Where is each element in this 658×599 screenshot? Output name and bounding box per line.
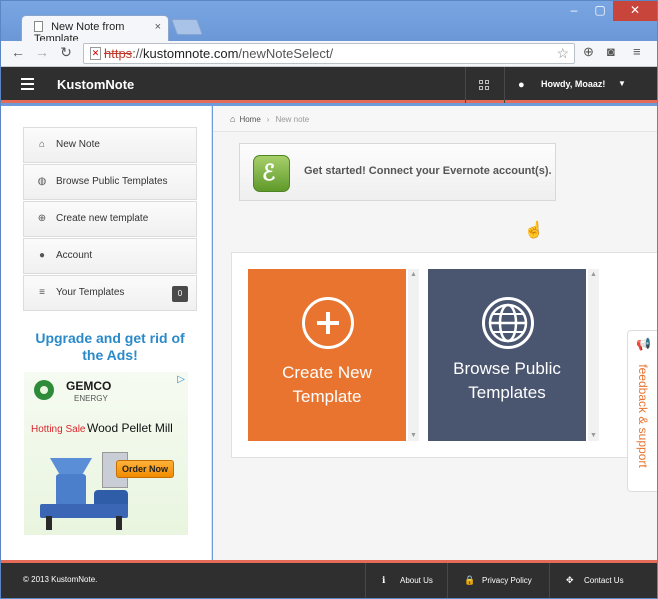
header-divider [504, 67, 505, 103]
scrollbar[interactable]: ▲ ▼ [408, 269, 419, 441]
crosshair-icon: ✥ [566, 575, 574, 585]
tab-close-icon[interactable]: × [155, 21, 161, 33]
browse-public-templates-tile[interactable]: Browse Public Templates [428, 269, 586, 441]
url-host: kustomnote.com [143, 46, 239, 61]
minimize-icon[interactable]: – [561, 1, 587, 21]
feedback-support-tab[interactable]: 📢 feedback & support [627, 330, 657, 492]
evernote-connect-text: Get started! Connect your Evernote accou… [304, 165, 552, 177]
sidebar-item-label: Create new template [56, 213, 149, 224]
create-new-template-tile[interactable]: Create New Template [248, 269, 406, 441]
plus-circle-icon: ⊕ [37, 213, 47, 224]
browser-tab[interactable]: New Note from Template × [21, 15, 169, 45]
template-options-panel: Create New Template ▲ ▼ Browse Public Te… [231, 252, 657, 458]
forward-icon[interactable]: → [33, 44, 51, 60]
scroll-up-icon[interactable]: ▲ [590, 271, 597, 278]
footer-privacy-link[interactable]: 🔒 Privacy Policy [447, 563, 549, 598]
insecure-lock-icon[interactable]: ✕ [90, 47, 101, 60]
ad-hot-sale: Hotting Sale [31, 424, 86, 435]
apps-grid-icon[interactable] [479, 80, 489, 90]
hand-cursor-icon: ☝ [524, 222, 544, 239]
sidebar-item-new-note[interactable]: ⌂ New Note [23, 127, 197, 163]
breadcrumb: ⌂ Home › New note [213, 106, 657, 132]
globe-icon [482, 297, 534, 349]
url-path: /newNoteSelect/ [238, 46, 334, 61]
header-divider [465, 67, 466, 103]
gemco-logo-icon [34, 380, 54, 400]
footer: © 2013 KustomNote. ℹ About Us 🔒 Privacy Po… [1, 560, 657, 598]
back-icon[interactable]: ← [9, 44, 27, 60]
breadcrumb-separator-icon: › [266, 115, 270, 124]
url-scheme: https [104, 46, 133, 61]
browser-window: New Note from Template × – ▢ ✕ ← → ↻ ✕ h… [0, 0, 658, 599]
footer-about-label: About Us [400, 576, 433, 585]
user-greeting[interactable]: Howdy, Moaaz! [541, 79, 605, 89]
hamburger-menu-icon[interactable] [21, 78, 34, 90]
plus-icon [302, 297, 354, 349]
user-icon: ● [38, 250, 46, 261]
window-close-icon[interactable]: ✕ [613, 1, 657, 21]
feedback-label: feedback & support [636, 364, 650, 468]
scroll-up-icon[interactable]: ▲ [410, 271, 417, 278]
ad-order-button[interactable]: Order Now [116, 460, 174, 478]
footer-about-link[interactable]: ℹ About Us [365, 563, 451, 598]
ad-brand: GEMCO [66, 379, 112, 393]
address-bar[interactable]: ✕ https://kustomnote.com/newNoteSelect/ … [83, 43, 575, 64]
pocket-icon[interactable]: ◙ [607, 44, 615, 59]
sidebar-item-label: Browse Public Templates [56, 176, 168, 187]
sidebar-menu: ⌂ New Note ◍ Browse Public Templates ⊕ C… [23, 127, 197, 312]
browser-titlebar: New Note from Template × – ▢ ✕ [1, 1, 657, 45]
sidebar-item-label: Your Templates [56, 287, 125, 298]
browse-tile-label: Browse Public Templates [453, 359, 561, 402]
globe-icon: ◍ [37, 176, 47, 187]
sidebar-item-create-new-template[interactable]: ⊕ Create new template [23, 201, 197, 237]
footer-contact-label: Contact Us [584, 576, 624, 585]
advertisement[interactable]: ▷ GEMCO ENERGY Hotting Sale Wood Pellet … [24, 372, 188, 535]
scroll-down-icon[interactable]: ▼ [590, 432, 597, 439]
sidebar-item-browse-public-templates[interactable]: ◍ Browse Public Templates [23, 164, 197, 200]
window-controls: – ▢ ✕ [561, 1, 657, 21]
ad-brand-sub: ENERGY [74, 394, 108, 403]
scrollbar[interactable]: ▲ ▼ [588, 269, 599, 441]
copyright: © 2013 KustomNote. [23, 575, 98, 584]
sidebar-item-label: New Note [56, 139, 100, 150]
sidebar-item-your-templates[interactable]: ≡ Your Templates 0 [23, 275, 197, 311]
upgrade-link[interactable]: Upgrade and get rid of the Ads! [23, 330, 197, 364]
new-tab-button[interactable] [171, 19, 203, 35]
url-separator: :// [132, 46, 144, 61]
maximize-icon[interactable]: ▢ [587, 1, 613, 21]
breadcrumb-current: New note [275, 115, 310, 124]
extension-icon[interactable]: ⊕ [583, 44, 594, 60]
bookmark-star-icon[interactable]: ☆ [556, 45, 569, 62]
sidebar-item-label: Account [56, 250, 93, 261]
template-count-badge: 0 [172, 286, 188, 302]
list-icon: ≡ [39, 287, 45, 298]
scroll-down-icon[interactable]: ▼ [410, 432, 417, 439]
ad-product: Wood Pellet Mill [87, 421, 173, 435]
megaphone-icon: 📢 [636, 337, 651, 351]
caret-down-icon[interactable]: ▼ [618, 79, 626, 88]
info-icon: ℹ [382, 575, 386, 585]
user-icon: ● [518, 79, 525, 91]
sidebar: ⌂ New Note ◍ Browse Public Templates ⊕ C… [1, 106, 212, 560]
home-icon: ⌂ [38, 139, 46, 150]
browser-toolbar: ← → ↻ ✕ https://kustomnote.com/newNoteSe… [1, 41, 657, 67]
app-header: KustomNote ● Howdy, Moaaz! ▼ [1, 67, 657, 103]
evernote-logo-icon: ℰ [253, 155, 290, 192]
evernote-connect-button[interactable]: ℰ Get started! Connect your Evernote acc… [239, 143, 556, 239]
document-icon [34, 21, 43, 32]
sidebar-item-account[interactable]: ● Account [23, 238, 197, 274]
footer-contact-link[interactable]: ✥ Contact Us [549, 563, 657, 598]
reload-icon[interactable]: ↻ [57, 44, 75, 61]
main-content: ⌂ Home › New note ℰ Get started! Connect yo… [213, 106, 657, 560]
brand-logo[interactable]: KustomNote [57, 77, 134, 92]
create-tile-label: Create New Template [282, 363, 372, 406]
home-icon: ⌂ [230, 114, 236, 124]
adchoices-icon[interactable]: ▷ [177, 374, 185, 385]
lock-icon: 🔒 [464, 575, 476, 585]
browser-menu-icon[interactable]: ≡ [633, 44, 641, 59]
breadcrumb-home[interactable]: Home [239, 115, 260, 124]
footer-privacy-label: Privacy Policy [482, 576, 532, 585]
